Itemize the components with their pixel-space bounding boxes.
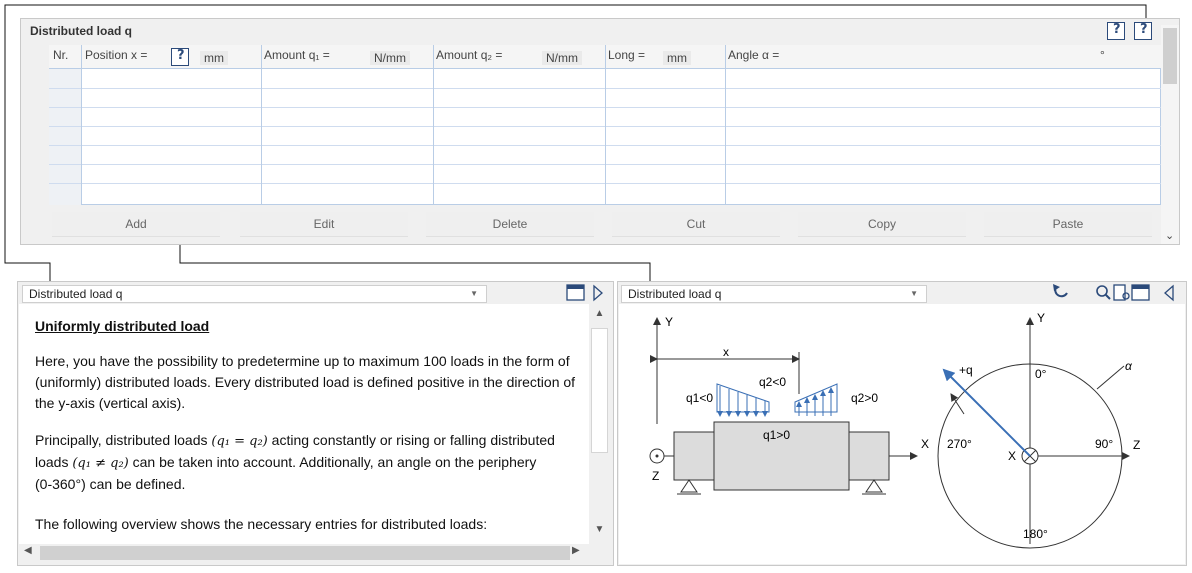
- col-header-amount-q1[interactable]: Amount q₁ =: [264, 48, 330, 62]
- copy-button[interactable]: Copy: [798, 212, 966, 237]
- help-paragraph: The following overview shows the necessa…: [35, 516, 488, 532]
- unit-long: mm: [663, 51, 691, 65]
- document-zoom-icon[interactable]: [1113, 284, 1130, 301]
- row-number-column: [49, 69, 81, 205]
- dropdown-arrow-icon: ▼: [470, 289, 478, 298]
- label: α: [1125, 359, 1133, 373]
- column-divider: [261, 45, 262, 205]
- column-divider: [725, 45, 726, 205]
- scroll-up-icon[interactable]: ▲: [591, 308, 608, 325]
- document-help-icon[interactable]: ?: [1134, 22, 1152, 40]
- label: +q: [959, 363, 973, 377]
- paste-button[interactable]: Paste: [984, 212, 1152, 237]
- label: Y: [1037, 311, 1045, 325]
- unit-position: mm: [200, 51, 228, 65]
- label: 90°: [1095, 437, 1113, 451]
- dropdown-arrow-icon: ▼: [910, 289, 918, 298]
- help-topic-value: Distributed load q: [29, 287, 123, 301]
- formula: (q₁ ≠ q₂): [72, 456, 129, 471]
- col-header-nr: Nr.: [53, 48, 69, 62]
- label: Z: [652, 469, 659, 483]
- load-diagram-drawing: Y x q1<0 q2<0 q2>0 q1>0 X Z Y +q 0° α 27…: [649, 311, 1140, 549]
- scroll-down-icon[interactable]: ▼: [591, 524, 608, 541]
- drawing-topic-select[interactable]: Distributed load q ▼: [621, 285, 927, 303]
- column-divider: [81, 45, 82, 205]
- scroll-right-icon[interactable]: ▶: [572, 545, 580, 556]
- scrollbar-thumb[interactable]: [1163, 28, 1177, 84]
- unit-amount-q1: N/mm: [370, 51, 410, 65]
- label: X: [1008, 449, 1016, 463]
- scroll-left-icon[interactable]: ◀: [24, 545, 32, 556]
- edit-button[interactable]: Edit: [240, 212, 408, 237]
- delete-button[interactable]: Delete: [426, 212, 594, 237]
- unit-angle: °: [1100, 48, 1105, 62]
- help-content: [19, 304, 589, 544]
- help-paragraph: Here, you have the possibility to predet…: [35, 353, 576, 411]
- col-header-amount-q2[interactable]: Amount q₂ =: [436, 48, 502, 62]
- cut-button[interactable]: Cut: [612, 212, 780, 237]
- label: X: [921, 437, 929, 451]
- label: q2<0: [759, 375, 786, 389]
- label: Z: [1133, 438, 1140, 452]
- help-heading: Uniformly distributed load: [35, 318, 210, 334]
- refresh-icon[interactable]: [1053, 284, 1068, 298]
- unit-amount-q2: N/mm: [542, 51, 582, 65]
- label: q2>0: [851, 391, 878, 405]
- formula: (q₁ = q₂): [211, 434, 268, 449]
- label: q1<0: [686, 391, 713, 405]
- zoom-icon[interactable]: [1096, 285, 1111, 300]
- col-header-long[interactable]: Long =: [608, 48, 645, 62]
- label: q1>0: [763, 428, 790, 442]
- label: 0°: [1035, 367, 1047, 381]
- column-divider: [433, 45, 434, 205]
- drawing-topic-value: Distributed load q: [628, 287, 722, 301]
- add-button[interactable]: Add: [52, 212, 220, 237]
- panel-title: Distributed load q: [30, 24, 132, 38]
- edit-help-icon[interactable]: ?: [1107, 22, 1125, 40]
- col-header-angle[interactable]: Angle α =: [728, 48, 779, 62]
- window-icon[interactable]: [1131, 284, 1150, 301]
- drawing-toolbar[interactable]: [1050, 283, 1182, 303]
- label: Y: [665, 315, 673, 329]
- help-topic-select[interactable]: Distributed load q ▼: [22, 285, 487, 303]
- label: 270°: [947, 437, 972, 451]
- label: 180°: [1023, 527, 1048, 541]
- collapse-left-icon[interactable]: [1164, 284, 1174, 302]
- column-divider: [605, 45, 606, 205]
- scrollbar-thumb[interactable]: [591, 328, 608, 453]
- col-header-position[interactable]: Position x =: [85, 48, 147, 62]
- edit-help-icon[interactable]: ?: [171, 48, 189, 66]
- label: x: [723, 345, 729, 359]
- scrollbar-thumb[interactable]: [40, 546, 570, 560]
- window-icon[interactable]: [566, 284, 606, 304]
- chevron-down-icon[interactable]: ⌄: [1165, 229, 1174, 242]
- help-paragraph: Principally, distributed loads (q₁ = q₂)…: [35, 432, 555, 492]
